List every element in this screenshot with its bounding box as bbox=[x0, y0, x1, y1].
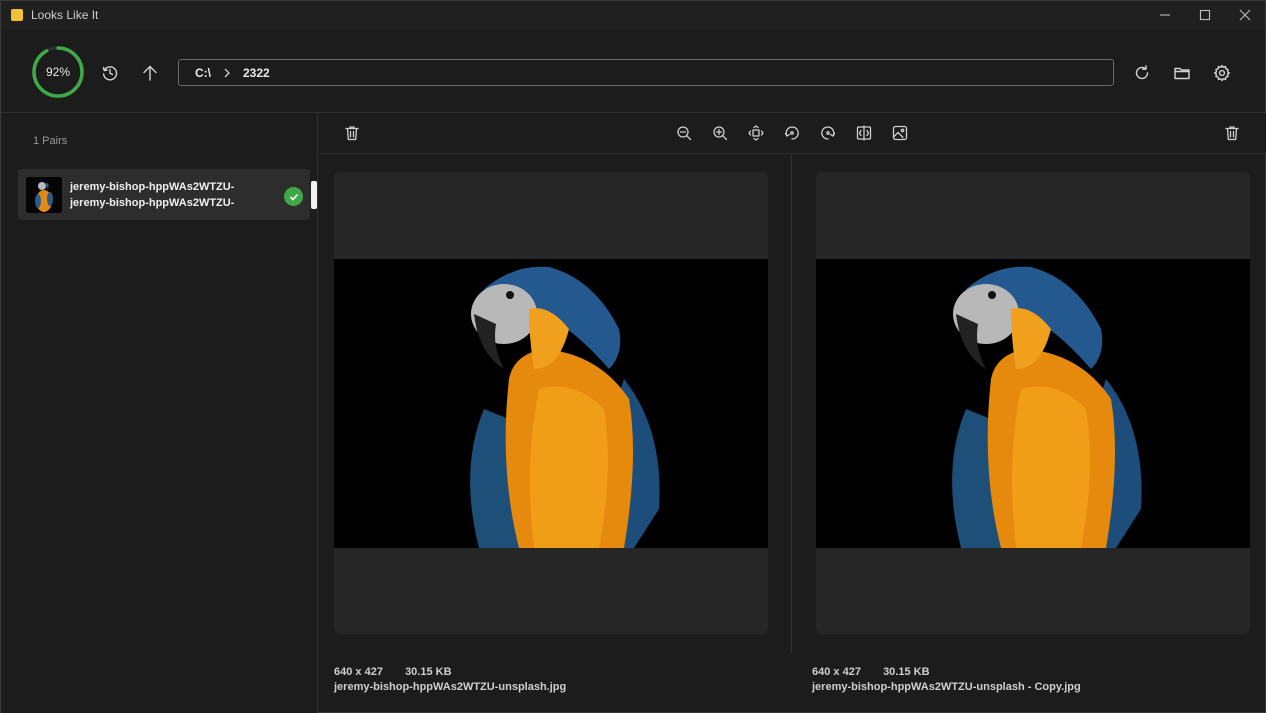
window-controls bbox=[1145, 1, 1265, 29]
up-arrow-icon bbox=[143, 65, 157, 81]
title-bar: Looks Like It bbox=[1, 1, 1265, 29]
left-parrot-image bbox=[334, 259, 768, 548]
app-logo-icon bbox=[11, 9, 23, 21]
zoom-in-button[interactable] bbox=[708, 121, 732, 145]
left-image-info: 640 x 427 30.15 KB jeremy-bishop-hppWAs2… bbox=[334, 666, 566, 693]
checkmark-icon bbox=[289, 193, 298, 201]
delete-icon bbox=[1225, 126, 1239, 141]
rotate-left-icon bbox=[784, 126, 799, 140]
left-image-dimensions: 640 x 427 bbox=[334, 666, 383, 678]
pair-thumbnail bbox=[26, 177, 62, 213]
zoom-out-button[interactable] bbox=[672, 121, 696, 145]
left-image-size: 30.15 KB bbox=[405, 666, 452, 678]
compare-toolbar bbox=[319, 113, 1266, 154]
delete-icon bbox=[345, 126, 359, 141]
left-image-filename: jeremy-bishop-hppWAs2WTZU-unsplash.jpg bbox=[334, 681, 567, 693]
top-toolbar: 92% C:\ 2322 bbox=[1, 29, 1265, 113]
refresh-icon bbox=[1135, 65, 1149, 80]
right-image-panel[interactable] bbox=[816, 172, 1250, 634]
match-status-badge bbox=[284, 187, 303, 206]
right-image-filename: jeremy-bishop-hppWAs2WTZU-unsplash - Cop… bbox=[812, 681, 1081, 693]
flip-icon bbox=[856, 125, 872, 141]
history-icon bbox=[102, 66, 118, 81]
delete-left-button[interactable] bbox=[340, 121, 364, 145]
pairs-sidebar: 1 Pairs jeremy-bishop-hppWAs2WTZU- jerem… bbox=[1, 113, 318, 713]
image-icon bbox=[892, 125, 908, 141]
chevron-right-icon bbox=[223, 68, 231, 78]
path-breadcrumb[interactable]: C:\ 2322 bbox=[178, 59, 1114, 86]
window-title: Looks Like It bbox=[31, 8, 99, 22]
minimize-button[interactable] bbox=[1145, 1, 1185, 29]
right-image-dimensions: 640 x 427 bbox=[812, 666, 861, 678]
maximize-icon bbox=[1199, 9, 1211, 21]
pair-first-filename: jeremy-bishop-hppWAs2WTZU- bbox=[70, 181, 235, 193]
close-icon bbox=[1239, 9, 1251, 21]
image-view-button[interactable] bbox=[888, 121, 912, 145]
folder-icon bbox=[1174, 67, 1190, 80]
open-folder-button[interactable] bbox=[1168, 59, 1196, 87]
breadcrumb-folder[interactable]: 2322 bbox=[243, 66, 270, 80]
zoom-out-icon bbox=[677, 126, 692, 141]
up-folder-button[interactable] bbox=[136, 59, 164, 87]
rotate-right-button[interactable] bbox=[816, 121, 840, 145]
right-parrot-image bbox=[816, 259, 1250, 548]
zoom-in-icon bbox=[713, 126, 728, 141]
panel-divider bbox=[791, 155, 792, 653]
right-image-size: 30.15 KB bbox=[883, 666, 930, 678]
breadcrumb-drive[interactable]: C:\ bbox=[195, 66, 211, 80]
parrot-picture bbox=[816, 259, 1250, 548]
pair-list-item[interactable]: jeremy-bishop-hppWAs2WTZU- jeremy-bishop… bbox=[18, 169, 310, 220]
settings-button[interactable] bbox=[1208, 59, 1236, 87]
pairs-count: 1 Pairs bbox=[33, 135, 68, 147]
parrot-thumbnail-image bbox=[26, 177, 62, 213]
app-window: Looks Like It 92% C:\ 2322 1 Pairs jerem… bbox=[0, 0, 1266, 713]
settings-icon bbox=[1214, 64, 1230, 82]
flip-button[interactable] bbox=[852, 121, 876, 145]
close-button[interactable] bbox=[1225, 1, 1265, 29]
progress-ring: 92% bbox=[31, 45, 85, 99]
maximize-button[interactable] bbox=[1185, 1, 1225, 29]
right-image-info: 640 x 427 30.15 KB jeremy-bishop-hppWAs2… bbox=[812, 666, 1081, 693]
history-button[interactable] bbox=[96, 59, 124, 87]
fit-icon bbox=[748, 125, 764, 141]
left-image-panel[interactable] bbox=[334, 172, 768, 634]
selection-indicator bbox=[311, 181, 317, 209]
rotate-right-icon bbox=[821, 126, 836, 140]
refresh-button[interactable] bbox=[1128, 59, 1156, 87]
rotate-left-button[interactable] bbox=[780, 121, 804, 145]
minimize-icon bbox=[1160, 14, 1170, 16]
delete-right-button[interactable] bbox=[1220, 121, 1244, 145]
parrot-picture bbox=[334, 259, 768, 548]
progress-label: 92% bbox=[45, 65, 71, 79]
pair-second-filename: jeremy-bishop-hppWAs2WTZU- bbox=[70, 197, 235, 209]
fit-to-screen-button[interactable] bbox=[744, 121, 768, 145]
